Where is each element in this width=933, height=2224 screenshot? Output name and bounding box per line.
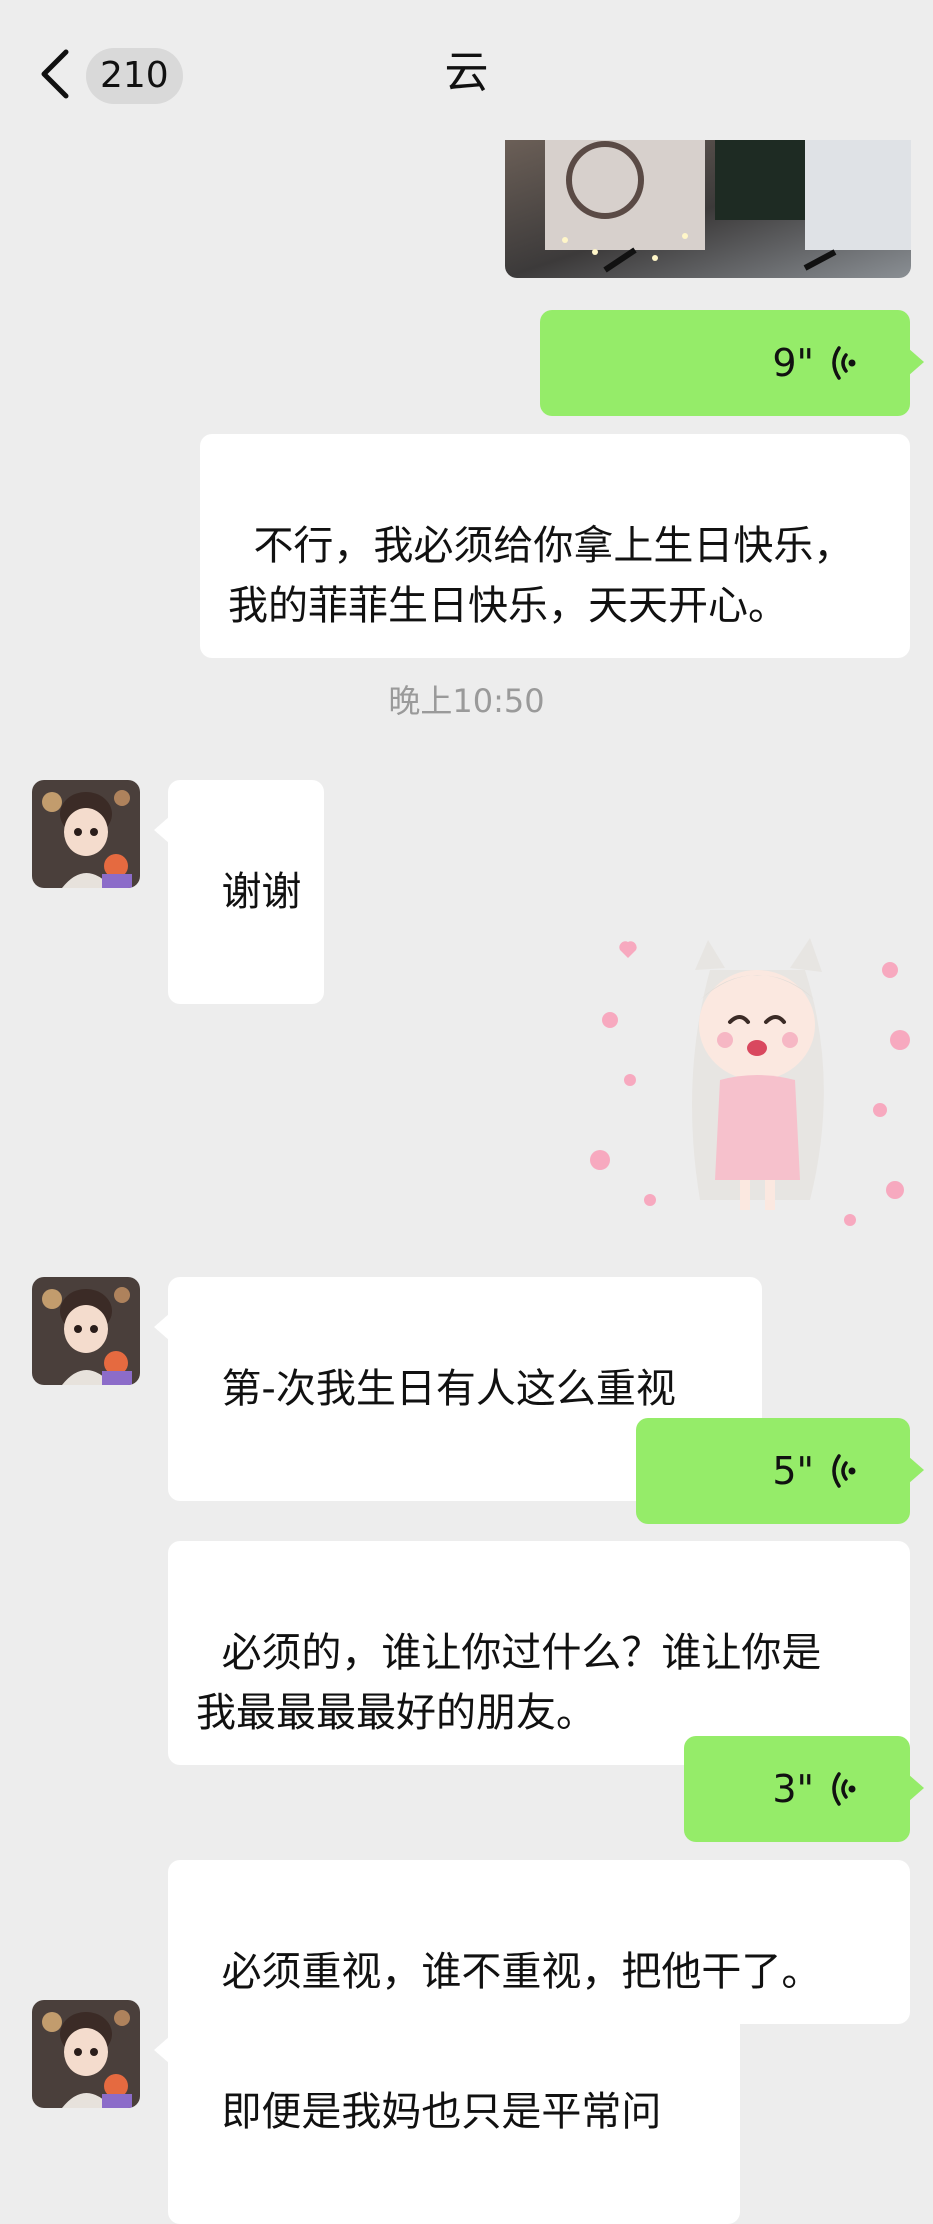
voice-wave-icon [832, 1454, 856, 1488]
contact-avatar[interactable] [32, 1277, 140, 1385]
message-text: 即便是我妈也只是平常问 [221, 2089, 662, 2135]
voice-wave-icon [832, 346, 856, 380]
message-text: 必须的，谁让你过什么？谁让你是 我最最最最好的朋友。 [196, 1630, 822, 1736]
photo-thumbnail [505, 140, 911, 278]
message-text: 必须重视，谁不重视，把他干了。 [221, 1949, 822, 1995]
avatar-image [32, 2000, 140, 2108]
message-text: 谢谢 [221, 869, 302, 915]
voice-message[interactable]: 3" [684, 1736, 924, 1842]
chat-title: 云 [444, 47, 489, 98]
text-message[interactable]: 谢谢 [154, 780, 324, 1004]
text-message[interactable]: 即便是我妈也只是平常问 [154, 2000, 740, 2224]
sticker-message[interactable] [590, 930, 920, 1240]
message-timestamp: 晚上10:50 [388, 682, 545, 720]
voice-message[interactable]: 5" [636, 1418, 924, 1524]
message-text: 不行，我必须给你拿上生日快乐， 我的菲菲生日快乐，天天开心。 [228, 523, 854, 629]
message-text: 第-次我生日有人这么重视 [221, 1366, 676, 1412]
contact-avatar[interactable] [32, 2000, 140, 2108]
voice-wave-icon [832, 1772, 856, 1806]
voice-duration: 5" [772, 1449, 814, 1493]
voice-message[interactable]: 9" [540, 310, 924, 416]
avatar-image [32, 780, 140, 888]
avatar-image [32, 1277, 140, 1385]
text-message[interactable]: 不行，我必须给你拿上生日快乐， 我的菲菲生日快乐，天天开心。 [200, 434, 910, 658]
chat-header: 210 云 [0, 0, 933, 140]
sticker-girl-image [590, 938, 910, 1226]
text-message[interactable]: 必须的，谁让你过什么？谁让你是 我最最最最好的朋友。 [168, 1541, 910, 1765]
contact-avatar[interactable] [32, 780, 140, 888]
voice-duration: 9" [772, 341, 814, 385]
voice-duration: 3" [772, 1767, 814, 1811]
image-message[interactable] [505, 140, 911, 278]
